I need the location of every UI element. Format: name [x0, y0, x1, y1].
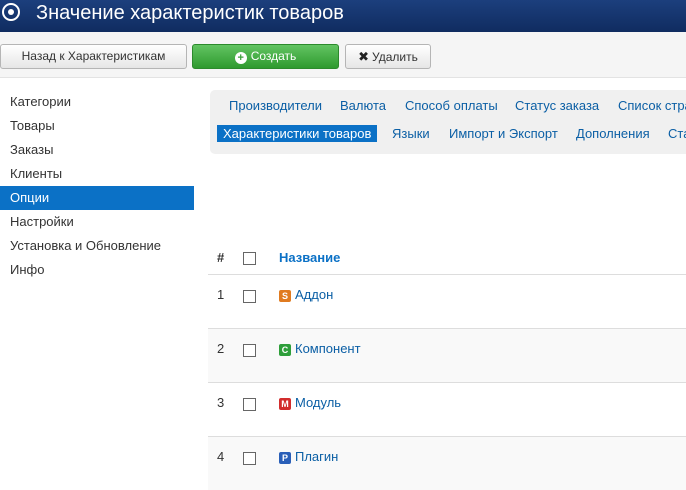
column-header-number: #: [217, 250, 225, 265]
submenu-item-languages[interactable]: Языки: [386, 125, 436, 142]
row-number: 4: [217, 449, 225, 464]
back-button-label: Назад к Характеристикам: [21, 49, 166, 63]
submenu-item-order-status[interactable]: Статус заказа: [509, 97, 605, 114]
select-all-checkbox[interactable]: [243, 252, 256, 265]
row-number: 1: [217, 287, 225, 302]
plugin-icon: P: [279, 452, 291, 464]
sidebar-item-install-update[interactable]: Установка и Обновление: [0, 234, 194, 258]
table-row: 3 M Модуль: [208, 382, 686, 436]
row-checkbox[interactable]: [243, 452, 256, 465]
delete-button-label: Удалить: [372, 50, 418, 64]
sidebar: Категории Товары Заказы Клиенты Опции На…: [0, 90, 194, 282]
sidebar-item-info[interactable]: Инфо: [0, 258, 194, 282]
sidebar-item-orders[interactable]: Заказы: [0, 138, 194, 162]
close-icon: ✖: [358, 49, 370, 64]
row-name-link[interactable]: Компонент: [295, 341, 361, 356]
app-header: Значение характеристик товаров: [0, 0, 686, 32]
submenu-item-more[interactable]: Ста: [662, 125, 686, 142]
row-checkbox[interactable]: [243, 398, 256, 411]
submenu-item-manufacturers[interactable]: Производители: [223, 97, 328, 114]
submenu-item-currency[interactable]: Валюта: [334, 97, 392, 114]
create-button[interactable]: + Создать: [192, 44, 339, 69]
sidebar-item-options[interactable]: Опции: [0, 186, 194, 210]
sidebar-item-settings[interactable]: Настройки: [0, 210, 194, 234]
row-checkbox[interactable]: [243, 290, 256, 303]
target-icon: [2, 3, 20, 21]
options-submenu: Производители Валюта Способ оплаты Стату…: [210, 90, 686, 154]
sidebar-item-products[interactable]: Товары: [0, 114, 194, 138]
row-name-link[interactable]: Аддон: [295, 287, 333, 302]
table-row: 4 P Плагин: [208, 436, 686, 490]
table-row: 1 S Аддон: [208, 274, 686, 328]
row-checkbox[interactable]: [243, 344, 256, 357]
submenu-item-list[interactable]: Список стра: [612, 97, 686, 114]
module-icon: M: [279, 398, 291, 410]
plus-circle-icon: +: [234, 52, 247, 64]
row-number: 2: [217, 341, 225, 356]
toolbar: Назад к Характеристикам + Создать ✖ Удалит…: [0, 32, 686, 78]
submenu-item-product-characteristics[interactable]: Характеристики товаров: [217, 125, 378, 142]
component-icon: C: [279, 344, 291, 356]
table-row: 2 C Компонент: [208, 328, 686, 382]
sidebar-item-categories[interactable]: Категории: [0, 90, 194, 114]
delete-button[interactable]: ✖ Удалить: [345, 44, 431, 69]
create-button-label: Создать: [250, 49, 297, 63]
submenu-item-payment-method[interactable]: Способ оплаты: [399, 97, 504, 114]
page-title: Значение характеристик товаров: [36, 2, 344, 24]
addon-icon: S: [279, 290, 291, 302]
sidebar-item-clients[interactable]: Клиенты: [0, 162, 194, 186]
column-header-name[interactable]: Название: [279, 250, 340, 265]
row-number: 3: [217, 395, 225, 410]
row-name-link[interactable]: Плагин: [295, 449, 338, 464]
submenu-item-import-export[interactable]: Импорт и Экспорт: [443, 125, 564, 142]
row-name-link[interactable]: Модуль: [295, 395, 341, 410]
back-to-characteristics-button[interactable]: Назад к Характеристикам: [0, 44, 187, 69]
submenu-item-addons[interactable]: Дополнения: [570, 125, 656, 142]
